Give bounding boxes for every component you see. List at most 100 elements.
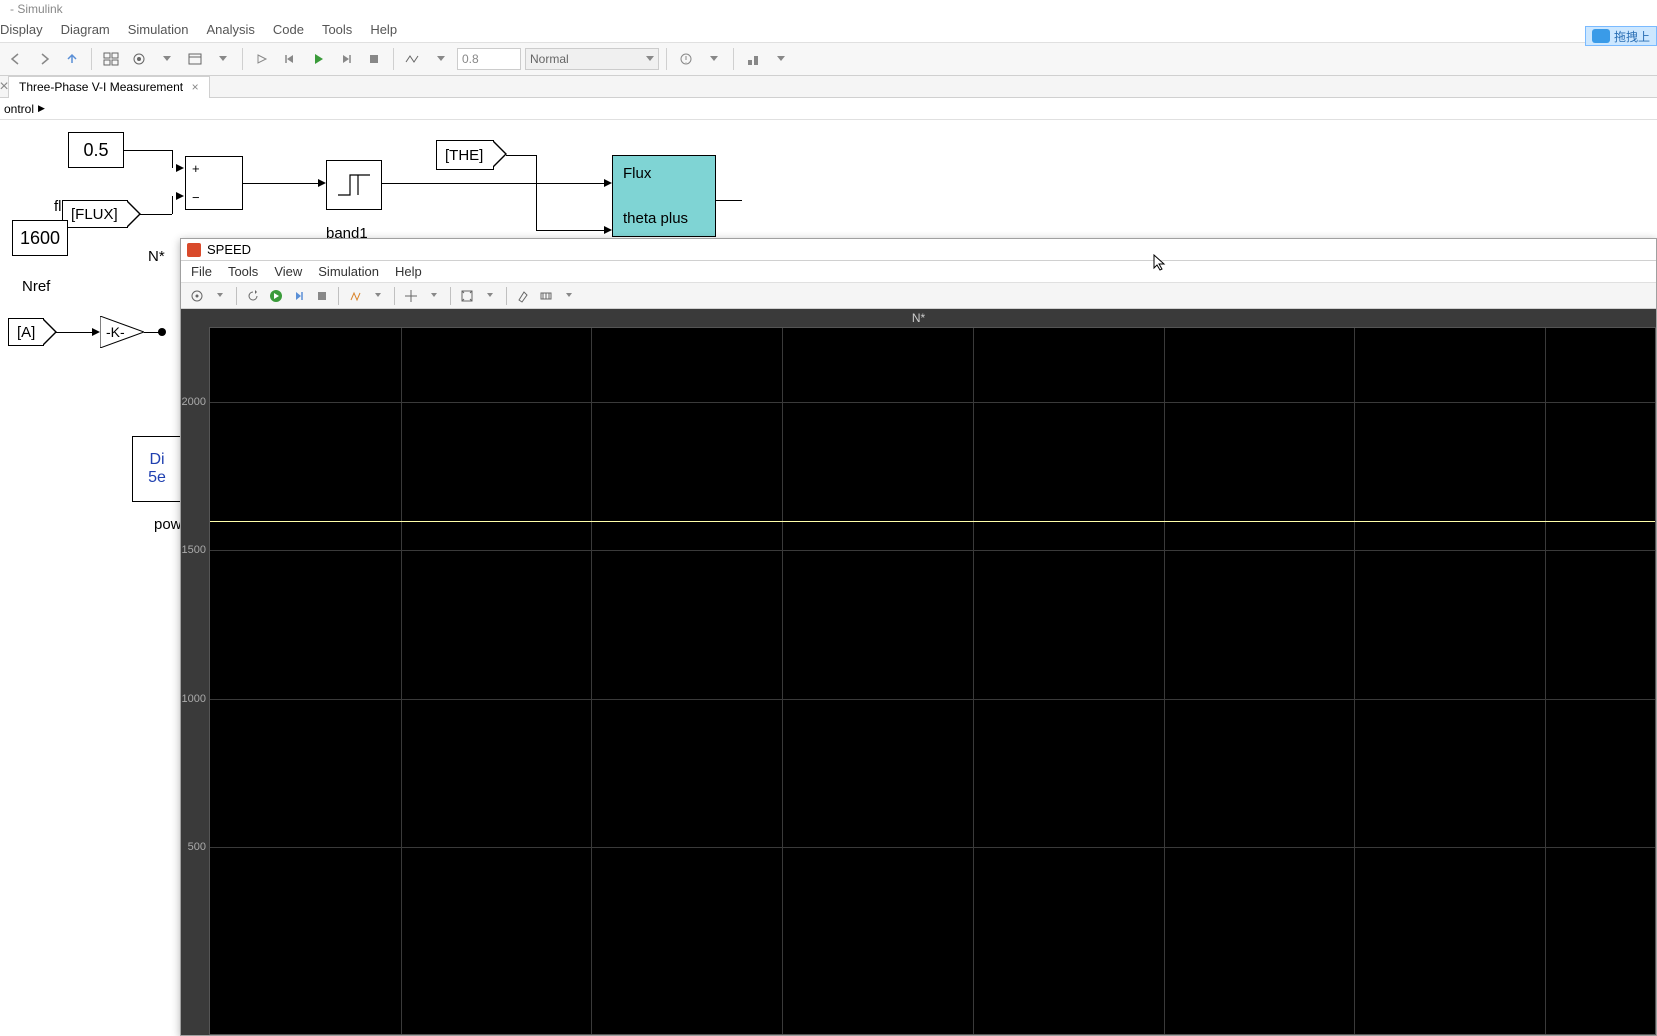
explorer-dropdown[interactable] [211, 47, 235, 71]
scope-measure-button[interactable] [536, 286, 556, 306]
menu-tools[interactable]: Tools [322, 22, 352, 40]
breadcrumb-root[interactable]: ontrol [4, 102, 34, 116]
scope-stop-button[interactable] [312, 286, 332, 306]
simulation-mode-select[interactable]: Normal [525, 48, 659, 70]
build-button[interactable] [741, 47, 765, 71]
simulation-mode-value: Normal [530, 52, 569, 66]
scope-trigger-button[interactable] [345, 286, 365, 306]
signal-button[interactable] [401, 47, 425, 71]
scope-menu-tools[interactable]: Tools [228, 264, 258, 279]
config-dropdown[interactable] [155, 47, 179, 71]
step-back-button[interactable] [278, 47, 302, 71]
gain-block[interactable]: -K- [100, 316, 144, 348]
back-button[interactable] [4, 47, 28, 71]
tab-bar: × Three-Phase V-I Measurement × [0, 76, 1657, 98]
advisor-button[interactable] [674, 47, 698, 71]
scope-cursor-dropdown[interactable] [424, 286, 444, 306]
arrow-icon [604, 179, 612, 187]
breadcrumb-arrow-icon: ▶ [38, 103, 45, 114]
explorer-button[interactable] [183, 47, 207, 71]
junction-dot [158, 328, 166, 336]
signal-dropdown[interactable] [429, 47, 453, 71]
constant-1600-block[interactable]: 1600 [12, 220, 68, 256]
relay-block[interactable] [326, 160, 382, 210]
run-button[interactable] [306, 47, 330, 71]
forward-button[interactable] [32, 47, 56, 71]
scope-config-button[interactable] [187, 286, 207, 306]
arrow-icon [176, 164, 184, 172]
main-menubar: Display Diagram Simulation Analysis Code… [0, 20, 1657, 42]
sum-block[interactable]: + − [185, 156, 243, 210]
scope-run-button[interactable] [266, 286, 286, 306]
wire [716, 200, 742, 201]
scope-toolbar [181, 283, 1656, 309]
tab-three-phase-vi[interactable]: Three-Phase V-I Measurement × [8, 76, 210, 98]
scope-separator [506, 287, 507, 305]
scope-menu-file[interactable]: File [191, 264, 212, 279]
discrete-line1: Di [149, 451, 164, 469]
model-config-button[interactable] [127, 47, 151, 71]
scope-menu-help[interactable]: Help [395, 264, 422, 279]
scope-menubar: File Tools View Simulation Help [181, 261, 1656, 283]
nref-label: Nref [22, 278, 50, 295]
grid-line [1164, 328, 1165, 1034]
scope-cursor-button[interactable] [401, 286, 421, 306]
sum-plus: + [192, 161, 200, 176]
y-tick-2000: 2000 [182, 396, 206, 408]
build-dropdown[interactable] [769, 47, 793, 71]
scope-window[interactable]: SPEED File Tools View Simulation Help N* [180, 238, 1657, 1036]
wire [172, 196, 173, 214]
scope-titlebar[interactable]: SPEED [181, 239, 1656, 261]
toolbar-separator [242, 48, 243, 70]
scope-config-dropdown[interactable] [210, 286, 230, 306]
scope-trigger-dropdown[interactable] [368, 286, 388, 306]
discrete-block[interactable]: Di 5e [132, 436, 182, 502]
stop-time-input[interactable] [457, 48, 521, 70]
scope-measure-dropdown[interactable] [559, 286, 579, 306]
toolbar-separator [91, 48, 92, 70]
menu-diagram[interactable]: Diagram [61, 22, 110, 40]
step-forward-button[interactable] [334, 47, 358, 71]
scope-restart-button[interactable] [243, 286, 263, 306]
scope-plot[interactable]: 2000 1500 1000 500 [209, 327, 1656, 1035]
up-button[interactable] [60, 47, 84, 71]
scope-step-button[interactable] [289, 286, 309, 306]
fast-restart-button[interactable] [250, 47, 274, 71]
menu-display[interactable]: Display [0, 22, 43, 40]
close-tab-icon[interactable]: × [191, 79, 199, 95]
close-first-tab[interactable]: × [0, 79, 8, 95]
cloud-icon [1592, 29, 1610, 43]
stop-button[interactable] [362, 47, 386, 71]
scope-separator [338, 287, 339, 305]
wire [382, 183, 604, 184]
menu-simulation[interactable]: Simulation [128, 22, 189, 40]
toolbar-separator [666, 48, 667, 70]
from-a-tag[interactable]: [A] [8, 318, 44, 346]
library-browser-button[interactable] [99, 47, 123, 71]
scope-autoscale-button[interactable] [457, 286, 477, 306]
wire [243, 183, 318, 184]
scope-highlight-button[interactable] [513, 286, 533, 306]
arrow-icon [604, 226, 612, 234]
advisor-dropdown[interactable] [702, 47, 726, 71]
scope-menu-view[interactable]: View [274, 264, 302, 279]
flux-subsystem-block[interactable]: Flux theta plus [612, 155, 716, 237]
scope-plot-area: N* 2000 1500 1000 500 [181, 309, 1656, 1035]
scope-autoscale-dropdown[interactable] [480, 286, 500, 306]
grid-line [210, 402, 1655, 403]
from-flux-tag[interactable]: [FLUX] [62, 200, 128, 228]
scope-menu-simulation[interactable]: Simulation [318, 264, 379, 279]
arrow-icon [318, 179, 326, 187]
relay-icon [334, 169, 374, 201]
scope-plot-title: N* [181, 309, 1656, 327]
cloud-badge[interactable]: 拖拽上 [1585, 26, 1657, 46]
breadcrumb[interactable]: ontrol ▶ [0, 98, 1657, 120]
constant-05-block[interactable]: 0.5 [68, 132, 124, 168]
menu-help[interactable]: Help [370, 22, 397, 40]
menu-code[interactable]: Code [273, 22, 304, 40]
grid-line [210, 550, 1655, 551]
menu-analysis[interactable]: Analysis [206, 22, 254, 40]
grid-line [782, 328, 783, 1034]
from-the-tag[interactable]: [THE] [436, 140, 494, 170]
arrow-icon [92, 328, 100, 336]
